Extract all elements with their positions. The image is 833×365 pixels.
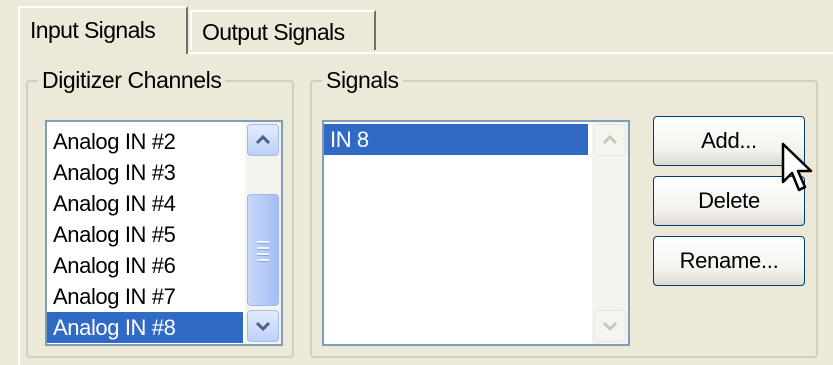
list-item[interactable]: Analog IN #6 — [47, 250, 243, 281]
digitizer-items: Analog IN #2 Analog IN #3 Analog IN #4 A… — [47, 126, 243, 344]
thumb-grip — [257, 253, 269, 256]
thumb-grip — [257, 241, 269, 244]
digitizer-channels-list[interactable]: Analog IN #2 Analog IN #3 Analog IN #4 A… — [45, 120, 283, 346]
rename-button[interactable]: Rename... — [653, 236, 805, 286]
signals-title: Signals — [322, 66, 403, 94]
signals-items: IN 8 — [324, 124, 588, 155]
digitizer-channels-title: Digitizer Channels — [38, 66, 226, 94]
thumb-grip — [257, 247, 269, 250]
signals-scrollbar[interactable] — [592, 122, 628, 344]
scroll-down-button[interactable] — [247, 310, 279, 342]
list-item[interactable]: Analog IN #4 — [47, 188, 243, 219]
signals-list[interactable]: IN 8 — [322, 120, 630, 346]
list-item-selected[interactable]: IN 8 — [324, 124, 588, 155]
tab-output-signals[interactable]: Output Signals — [190, 10, 376, 50]
list-item-partial[interactable] — [47, 343, 243, 344]
list-item[interactable]: Analog IN #2 — [47, 126, 243, 157]
scrollbar-thumb[interactable] — [247, 194, 279, 306]
digitizer-scrollbar[interactable] — [245, 122, 281, 344]
list-item[interactable]: Analog IN #3 — [47, 157, 243, 188]
scroll-down-button[interactable] — [594, 310, 626, 342]
scroll-up-button[interactable] — [594, 124, 626, 156]
list-item-selected[interactable]: Analog IN #8 — [47, 312, 243, 343]
list-item[interactable]: Analog IN #5 — [47, 219, 243, 250]
thumb-grip — [257, 259, 269, 262]
mouse-pointer-icon — [781, 142, 813, 192]
scroll-down-arrow-icon — [602, 321, 618, 332]
scroll-up-arrow-icon — [602, 134, 618, 145]
scroll-down-arrow-icon — [255, 321, 271, 332]
scroll-up-arrow-icon — [255, 134, 271, 145]
tab-input-signals[interactable]: Input Signals — [18, 6, 188, 54]
scroll-up-button[interactable] — [247, 124, 279, 156]
list-item[interactable]: Analog IN #7 — [47, 281, 243, 312]
